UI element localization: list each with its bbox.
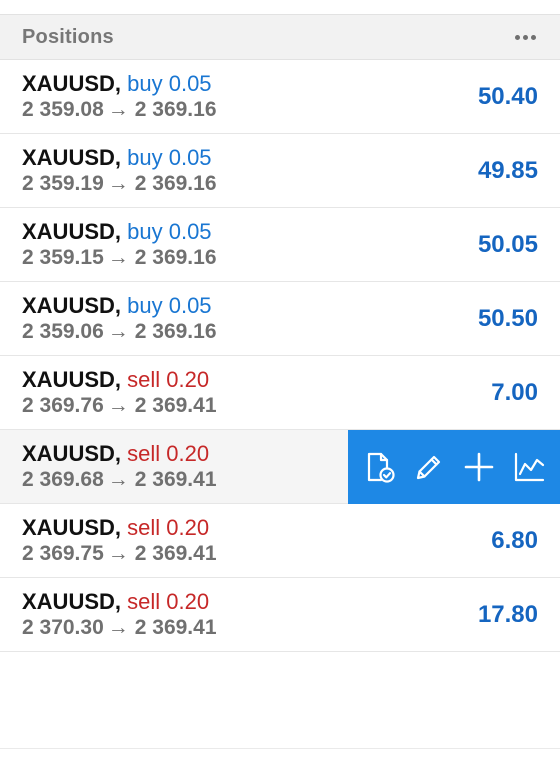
position-action-bar [348, 430, 560, 504]
position-symbol: XAUUSD, [22, 145, 122, 170]
position-profit: 50.50 [477, 304, 538, 332]
arrow-right-icon: → [107, 172, 129, 195]
position-title: XAUUSD, sell 0.20 [22, 515, 217, 541]
position-direction: buy 0.05 [127, 293, 212, 318]
more-options-icon[interactable] [513, 27, 538, 48]
position-info: XAUUSD, buy 0.05 2 359.06 → 2 369.16 [22, 293, 217, 344]
open-price: 2 369.75 [22, 542, 104, 565]
open-price: 2 369.68 [22, 468, 104, 491]
position-symbol: XAUUSD, [22, 441, 122, 466]
arrow-right-icon: → [107, 98, 129, 121]
position-row[interactable]: XAUUSD, buy 0.05 2 359.06 → 2 369.16 50.50 [0, 282, 560, 356]
position-direction: sell 0.20 [127, 515, 210, 540]
position-info: XAUUSD, sell 0.20 2 369.75 → 2 369.41 [22, 515, 217, 566]
position-profit: 7.00 [491, 378, 538, 406]
position-info: XAUUSD, sell 0.20 2 369.68 → 2 369.41 [22, 441, 217, 492]
positions-title: Positions [22, 25, 114, 48]
position-profit: 17.80 [477, 600, 538, 628]
chart-icon [514, 452, 545, 482]
close-position-button[interactable] [358, 446, 400, 488]
arrow-right-icon: → [107, 320, 129, 343]
position-row[interactable]: XAUUSD, sell 0.20 2 370.30 → 2 369.41 17.8… [0, 578, 560, 652]
position-title: XAUUSD, sell 0.20 [22, 367, 217, 393]
position-direction: buy 0.05 [127, 71, 212, 96]
position-title: XAUUSD, buy 0.05 [22, 145, 217, 171]
position-prices: 2 359.08 → 2 369.16 [22, 97, 217, 122]
arrow-right-icon: → [107, 468, 129, 491]
current-price: 2 369.16 [134, 320, 217, 343]
open-price: 2 369.76 [22, 394, 104, 417]
positions-screen: Positions XAUUSD, buy 0.05 2 359.08 → 2 36… [0, 0, 560, 768]
open-price: 2 359.06 [22, 320, 104, 343]
positions-header: Positions [0, 14, 560, 60]
more-dot [523, 34, 528, 40]
position-direction: buy 0.05 [127, 145, 212, 170]
position-info: XAUUSD, sell 0.20 2 370.30 → 2 369.41 [22, 589, 217, 640]
current-price: 2 369.41 [134, 468, 217, 491]
position-prices: 2 359.19 → 2 369.16 [22, 171, 217, 196]
more-dot [531, 34, 536, 40]
position-title: XAUUSD, buy 0.05 [22, 71, 217, 97]
edit-position-button[interactable] [408, 446, 450, 488]
position-direction: sell 0.20 [127, 367, 210, 392]
add-position-button[interactable] [458, 446, 500, 488]
position-direction: buy 0.05 [127, 219, 212, 244]
current-price: 2 369.16 [134, 172, 217, 195]
position-row[interactable]: XAUUSD, buy 0.05 2 359.08 → 2 369.16 50.40 [0, 60, 560, 134]
arrow-right-icon: → [107, 394, 129, 417]
position-symbol: XAUUSD, [22, 515, 122, 540]
position-prices: 2 369.75 → 2 369.41 [22, 541, 217, 566]
position-info: XAUUSD, buy 0.05 2 359.08 → 2 369.16 [22, 71, 217, 122]
position-prices: 2 359.06 → 2 369.16 [22, 319, 217, 344]
position-profit: 49.85 [477, 156, 538, 184]
position-prices: 2 369.68 → 2 369.41 [22, 467, 217, 492]
position-profit: 6.80 [491, 526, 538, 554]
top-spacer [0, 0, 560, 14]
bottom-divider [0, 748, 560, 749]
position-title: XAUUSD, sell 0.20 [22, 441, 217, 467]
position-info: XAUUSD, sell 0.20 2 369.76 → 2 369.41 [22, 367, 217, 418]
position-symbol: XAUUSD, [22, 589, 122, 614]
positions-list: XAUUSD, buy 0.05 2 359.08 → 2 369.16 50.40… [0, 60, 560, 652]
position-row[interactable]: XAUUSD, sell 0.20 2 369.75 → 2 369.41 6.80 [0, 504, 560, 578]
position-prices: 2 369.76 → 2 369.41 [22, 393, 217, 418]
position-title: XAUUSD, buy 0.05 [22, 219, 217, 245]
position-symbol: XAUUSD, [22, 71, 122, 96]
position-row[interactable]: XAUUSD, sell 0.20 2 369.76 → 2 369.41 7.00 [0, 356, 560, 430]
open-price: 2 359.15 [22, 246, 104, 269]
position-direction: sell 0.20 [127, 441, 210, 466]
current-price: 2 369.41 [134, 616, 217, 639]
open-price: 2 370.30 [22, 616, 104, 639]
add-plus-icon [464, 452, 494, 482]
arrow-right-icon: → [107, 542, 129, 565]
position-prices: 2 370.30 → 2 369.41 [22, 615, 217, 640]
position-info: XAUUSD, buy 0.05 2 359.15 → 2 369.16 [22, 219, 217, 270]
position-row[interactable]: XAUUSD, buy 0.05 2 359.19 → 2 369.16 49.85 [0, 134, 560, 208]
arrow-right-icon: → [107, 616, 129, 639]
position-direction: sell 0.20 [127, 589, 210, 614]
position-row-selected[interactable]: XAUUSD, sell 0.20 2 369.68→2 369.41 5 [0, 430, 560, 504]
position-row[interactable]: XAUUSD, buy 0.05 2 359.15 → 2 369.16 50.05 [0, 208, 560, 282]
position-profit: 50.05 [477, 230, 538, 258]
arrow-right-icon: → [107, 246, 129, 269]
current-price: 2 369.16 [134, 246, 217, 269]
position-title: XAUUSD, sell 0.20 [22, 589, 217, 615]
close-position-icon [367, 452, 395, 483]
more-dot [515, 34, 520, 40]
position-info: XAUUSD, buy 0.05 2 359.19 → 2 369.16 [22, 145, 217, 196]
position-prices: 2 359.15 → 2 369.16 [22, 245, 217, 270]
open-price: 2 359.19 [22, 172, 104, 195]
current-price: 2 369.41 [134, 394, 217, 417]
position-profit: 50.40 [477, 82, 538, 110]
position-symbol: XAUUSD, [22, 367, 122, 392]
edit-pencil-icon [416, 455, 441, 480]
open-price: 2 359.08 [22, 98, 104, 121]
current-price: 2 369.16 [134, 98, 217, 121]
position-symbol: XAUUSD, [22, 293, 122, 318]
position-symbol: XAUUSD, [22, 219, 122, 244]
position-title: XAUUSD, buy 0.05 [22, 293, 217, 319]
open-chart-button[interactable] [508, 446, 550, 488]
current-price: 2 369.41 [134, 542, 217, 565]
